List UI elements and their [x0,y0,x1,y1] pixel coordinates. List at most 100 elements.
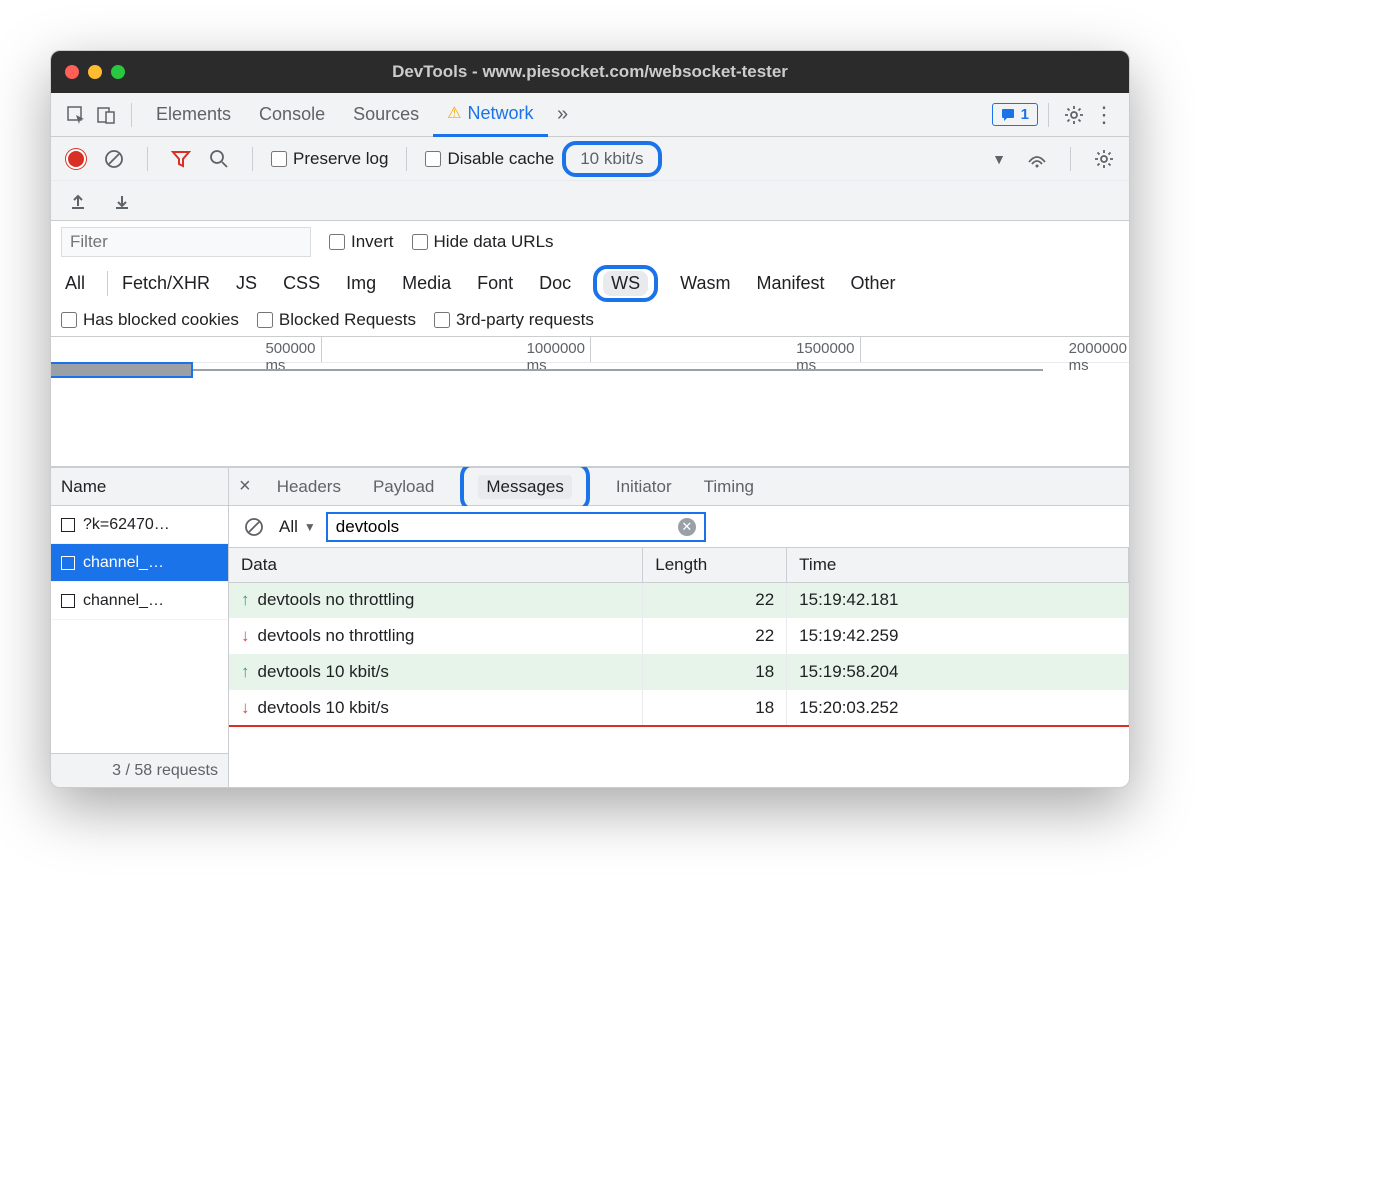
filter-type-ws-highlight: WS [593,265,658,302]
filter-type-img[interactable]: Img [342,271,380,296]
search-icon[interactable] [204,144,234,174]
request-row[interactable]: ?k=62470… [51,506,228,544]
close-detail-button[interactable]: × [239,475,251,498]
request-name: ?k=62470… [83,516,170,534]
kebab-menu-icon[interactable]: ⋮ [1089,100,1119,130]
detail-tab-headers[interactable]: Headers [271,468,347,506]
chevron-down-icon: ▼ [304,520,316,534]
more-tabs-chevron-icon[interactable]: » [548,100,578,130]
message-length: 22 [643,618,787,654]
filter-type-media[interactable]: Media [398,271,455,296]
message-text: devtools no throttling [258,626,415,645]
network-conditions-icon[interactable] [1022,144,1052,174]
import-har-icon[interactable] [63,186,93,216]
filter-bar: Invert Hide data URLs All Fetch/XHR JS C… [51,221,1129,337]
har-toolbar [51,181,1129,221]
messages-tab-highlight: Messages [460,462,589,512]
request-row[interactable]: channel_… [51,582,228,620]
detail-tabs: × Headers Payload Messages Initiator Tim… [229,468,1129,506]
tab-sources[interactable]: Sources [339,93,433,137]
separator [1070,147,1071,171]
network-settings-gear-icon[interactable] [1089,144,1119,174]
timeline-overview[interactable]: 500000 ms 1000000 ms 1500000 ms 2000000 … [51,337,1129,467]
message-time: 15:20:03.252 [787,690,1129,726]
message-search-input[interactable] [336,517,678,537]
filter-type-manifest[interactable]: Manifest [753,271,829,296]
hide-data-urls-checkbox[interactable]: Hide data URLs [412,232,554,252]
separator [1048,103,1049,127]
devtools-window: DevTools - www.piesocket.com/websocket-t… [50,50,1130,788]
throttling-dropdown-icon[interactable]: ▼ [984,144,1014,174]
file-icon [61,556,75,570]
export-har-icon[interactable] [107,186,137,216]
col-length[interactable]: Length [643,548,787,582]
message-row[interactable]: ↑devtools no throttling 22 15:19:42.181 [229,582,1129,618]
col-time[interactable]: Time [787,548,1129,582]
filter-type-other[interactable]: Other [847,271,900,296]
message-time: 15:19:42.259 [787,618,1129,654]
disable-cache-checkbox[interactable]: Disable cache [425,149,554,169]
timeline-selection[interactable] [51,364,191,376]
filter-type-all[interactable]: All [61,271,89,296]
filter-type-fetch[interactable]: Fetch/XHR [107,271,214,296]
message-time: 15:19:42.181 [787,582,1129,618]
timeline-track [51,369,1043,371]
detail-tab-messages[interactable]: Messages [472,468,577,506]
issues-count: 1 [1021,106,1029,123]
settings-gear-icon[interactable] [1059,100,1089,130]
separator [131,103,132,127]
clear-button[interactable] [99,144,129,174]
timeline-ruler: 500000 ms 1000000 ms 1500000 ms 2000000 … [51,337,1129,363]
detail-tab-initiator[interactable]: Initiator [610,468,678,506]
tab-elements[interactable]: Elements [142,93,245,137]
filter-type-ws[interactable]: WS [603,271,648,296]
message-text: devtools 10 kbit/s [258,698,389,717]
inspect-element-icon[interactable] [61,100,91,130]
clear-search-icon[interactable]: ✕ [678,518,696,536]
message-search-box[interactable]: ✕ [326,512,706,542]
preserve-log-checkbox[interactable]: Preserve log [271,149,388,169]
filter-toggle-icon[interactable] [166,144,196,174]
request-count-footer: 3 / 58 requests [51,753,228,787]
message-row[interactable]: ↓devtools 10 kbit/s 18 15:20:03.252 [229,690,1129,726]
blocked-cookies-checkbox[interactable]: Has blocked cookies [61,310,239,330]
blocked-requests-checkbox[interactable]: Blocked Requests [257,310,416,330]
message-text: devtools 10 kbit/s [258,662,389,681]
network-toolbar: Preserve log Disable cache 10 kbit/s ▼ [51,137,1129,181]
message-length: 18 [643,690,787,726]
filter-type-wasm[interactable]: Wasm [676,271,734,296]
filter-type-js[interactable]: JS [232,271,261,296]
detail-tab-payload[interactable]: Payload [367,468,440,506]
detail-tab-timing[interactable]: Timing [698,468,760,506]
warning-icon: ⚠ [447,103,461,123]
tab-network-label: Network [467,103,533,124]
device-toggle-icon[interactable] [91,100,121,130]
file-icon [61,518,75,532]
file-icon [61,594,75,608]
request-name: channel_… [83,554,164,572]
third-party-checkbox[interactable]: 3rd-party requests [434,310,594,330]
message-text: devtools no throttling [258,590,415,609]
issues-badge[interactable]: 1 [992,103,1038,126]
tab-network[interactable]: ⚠ Network [433,93,547,137]
message-type-select[interactable]: All ▼ [279,517,316,537]
arrow-down-icon: ↓ [241,626,250,645]
throttling-select[interactable]: 10 kbit/s [562,141,661,177]
message-length: 18 [643,654,787,690]
message-row[interactable]: ↑devtools 10 kbit/s 18 15:19:58.204 [229,654,1129,690]
message-time: 15:19:58.204 [787,654,1129,690]
invert-checkbox[interactable]: Invert [329,232,394,252]
filter-type-font[interactable]: Font [473,271,517,296]
col-data[interactable]: Data [229,548,643,582]
request-list-header[interactable]: Name [51,468,228,506]
filter-type-css[interactable]: CSS [279,271,324,296]
messages-table: Data Length Time ↑devtools no throttling… [229,548,1129,727]
tab-console[interactable]: Console [245,93,339,137]
record-button[interactable] [61,144,91,174]
request-row[interactable]: channel_… [51,544,228,582]
filter-input[interactable] [61,227,311,257]
clear-messages-button[interactable] [239,512,269,542]
message-row[interactable]: ↓ devtools no throttling 22 15:19:42.259 [229,618,1129,654]
chat-icon [1001,108,1015,122]
filter-type-doc[interactable]: Doc [535,271,575,296]
